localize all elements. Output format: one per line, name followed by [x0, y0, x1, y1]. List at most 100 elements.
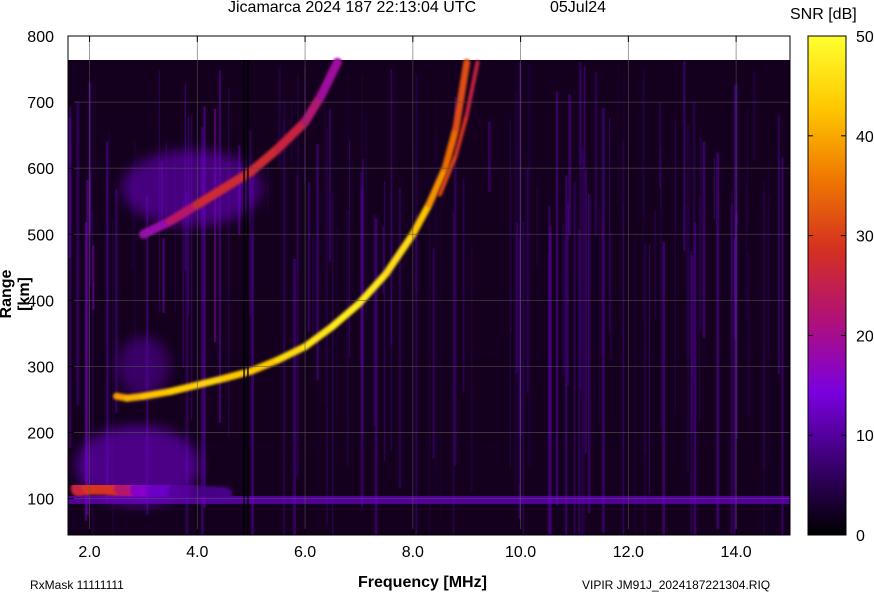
noise-streak: [331, 192, 334, 535]
noise-streak: [162, 238, 165, 313]
x-tick-label: 6.0: [294, 544, 316, 561]
noise-streak: [312, 235, 315, 340]
plot-top-strip: [68, 36, 790, 60]
noise-streak: [598, 205, 601, 426]
noise-streak: [214, 108, 217, 343]
noise-streak: [562, 223, 565, 376]
noise-streak: [746, 108, 748, 232]
noise-streak: [547, 253, 549, 536]
noise-streak: [617, 62, 620, 217]
noise-streak: [575, 179, 578, 278]
noise-streak: [509, 119, 511, 469]
trace-0: [70, 478, 233, 503]
noise-streak: [346, 210, 349, 467]
noise-streak: [662, 242, 665, 535]
noise-streak: [108, 132, 111, 459]
noise-streak: [674, 121, 676, 415]
noise-streak: [487, 121, 491, 193]
x-tick-label: 10.0: [505, 544, 536, 561]
noise-streak: [470, 249, 473, 493]
noise-streak: [644, 243, 646, 535]
noise-streak: [115, 189, 118, 414]
noise-streak: [439, 198, 442, 518]
noise-streak: [391, 192, 394, 291]
noise-streak: [564, 236, 566, 386]
noise-streak: [555, 91, 559, 505]
noise-streak: [94, 76, 96, 178]
noise-streak: [526, 168, 529, 393]
y-tick-label: 200: [27, 426, 54, 443]
noise-streak: [660, 148, 662, 426]
noise-streak: [654, 210, 657, 319]
noise-streak: [514, 92, 517, 490]
x-tick-label: 14.0: [721, 544, 752, 561]
noise-streak: [690, 255, 694, 433]
noise-streak: [251, 170, 255, 536]
noise-streak: [383, 181, 386, 462]
noise-streak: [587, 193, 591, 514]
noise-streak: [622, 74, 626, 204]
noise-streak: [308, 182, 311, 332]
colorbar-tick-label: 10: [856, 428, 874, 445]
noise-streak: [781, 157, 784, 535]
noise-streak: [415, 214, 418, 535]
noise-streak: [349, 139, 351, 359]
noise-streak: [360, 188, 364, 507]
noise-streak: [536, 185, 539, 266]
notch-line: [243, 60, 246, 535]
x-tick-label: 12.0: [613, 544, 644, 561]
y-tick-label: 500: [27, 227, 54, 244]
noise-streak: [548, 226, 552, 439]
noise-streak: [573, 182, 576, 535]
noise-streak: [609, 232, 613, 362]
noise-streak: [328, 108, 332, 263]
noise-streak: [648, 243, 651, 495]
y-tick-label: 600: [27, 161, 54, 178]
noise-streak: [415, 70, 417, 148]
noise-streak: [634, 233, 637, 535]
noise-streak: [577, 229, 581, 535]
colorbar-tick-label: 50: [856, 29, 874, 46]
noise-streak: [398, 187, 402, 489]
noise-streak: [594, 71, 598, 236]
colorbar-tick-label: 20: [856, 328, 874, 345]
trace-segment: [189, 485, 233, 503]
noise-streak: [699, 137, 702, 330]
noise-streak: [428, 200, 431, 535]
noise-streak: [517, 66, 521, 484]
noise-streak: [702, 141, 706, 338]
noise-streak: [762, 180, 766, 535]
x-tick-label: 2.0: [78, 544, 100, 561]
x-tick-label: 8.0: [402, 544, 424, 561]
noise-streak: [524, 151, 526, 437]
y-tick-label: 800: [27, 29, 54, 46]
notch-line: [246, 60, 249, 535]
noise-streak: [752, 71, 756, 161]
multihop-haze: [121, 150, 262, 227]
noise-streak: [736, 84, 739, 225]
noise-streak: [76, 101, 80, 406]
noise-streak: [227, 88, 230, 438]
noise-streak: [316, 144, 319, 381]
colorbar-tick-label: 40: [856, 129, 874, 146]
y-tick-label: 700: [27, 95, 54, 112]
noise-streak: [462, 178, 465, 393]
noise-streak: [768, 163, 771, 463]
noise-streak: [510, 176, 513, 332]
noise-streak: [716, 152, 720, 529]
noise-streak: [732, 86, 734, 298]
noise-streak: [323, 100, 326, 404]
colorbar: [807, 35, 847, 536]
noise-streak: [713, 157, 715, 219]
trace-segment: [139, 388, 174, 400]
noise-streak: [297, 74, 299, 276]
x-tick-label: 4.0: [186, 544, 208, 561]
noise-streak: [522, 221, 525, 536]
noise-streak: [583, 66, 586, 169]
noise-streak: [579, 61, 582, 166]
noise-streak: [683, 60, 686, 252]
y-tick-label: 400: [27, 293, 54, 310]
noise-streak: [730, 204, 733, 535]
noise-streak: [642, 68, 646, 217]
noise-streak: [283, 100, 286, 436]
